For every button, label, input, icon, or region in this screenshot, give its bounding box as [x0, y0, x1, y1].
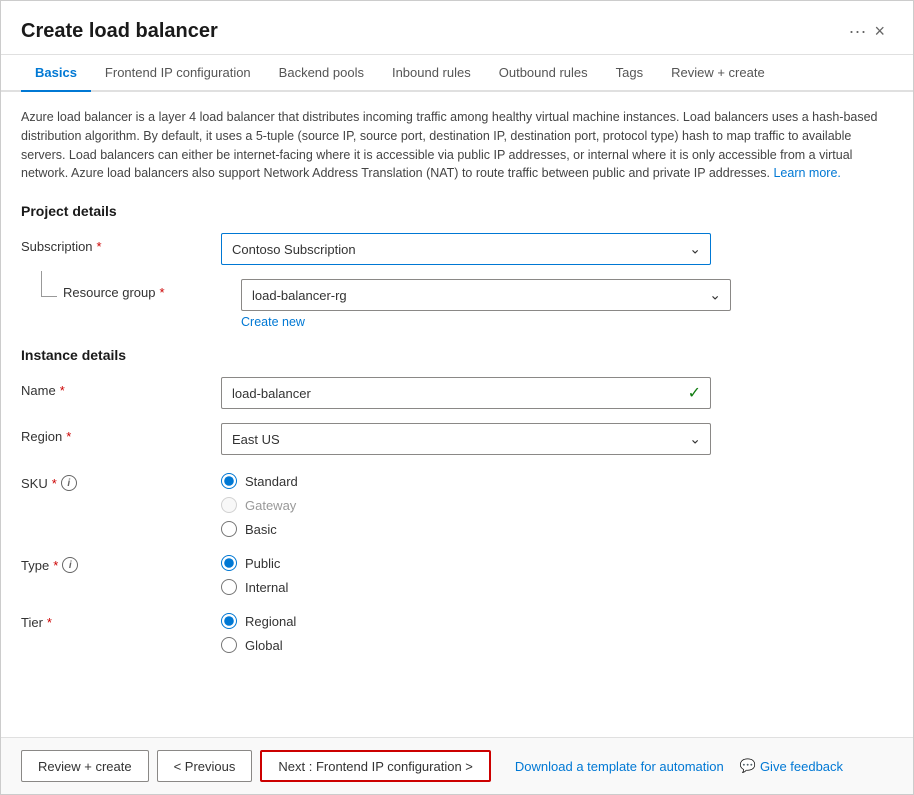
- name-input[interactable]: [221, 377, 711, 409]
- main-content: Azure load balancer is a layer 4 load ba…: [1, 92, 913, 737]
- subscription-row: Subscription * Contoso Subscription: [21, 233, 893, 265]
- sku-control: Standard Gateway Basic: [221, 469, 893, 537]
- sku-basic-option[interactable]: Basic: [221, 521, 893, 537]
- instance-details-title: Instance details: [21, 347, 893, 363]
- tab-tags[interactable]: Tags: [602, 55, 657, 92]
- region-required: *: [66, 429, 71, 444]
- region-select-wrapper: East US: [221, 423, 711, 455]
- sku-row: SKU * i Standard Gateway: [21, 469, 893, 537]
- tier-regional-option[interactable]: Regional: [221, 613, 893, 629]
- instance-details-section: Instance details Name * ✓ Region: [21, 347, 893, 653]
- sku-standard-radio[interactable]: [221, 473, 237, 489]
- tab-bar: Basics Frontend IP configuration Backend…: [1, 55, 913, 92]
- resource-group-required: *: [160, 285, 165, 300]
- previous-button[interactable]: < Previous: [157, 750, 253, 782]
- tab-outbound-rules[interactable]: Outbound rules: [485, 55, 602, 92]
- tab-backend-pools[interactable]: Backend pools: [265, 55, 378, 92]
- region-select[interactable]: East US: [221, 423, 711, 455]
- review-create-button[interactable]: Review + create: [21, 750, 149, 782]
- download-template-link[interactable]: Download a template for automation: [515, 759, 724, 774]
- name-label: Name *: [21, 377, 221, 398]
- subscription-control: Contoso Subscription: [221, 233, 893, 265]
- name-input-wrapper: ✓: [221, 377, 711, 409]
- resource-group-label: Resource group *: [63, 285, 165, 300]
- resource-group-select[interactable]: load-balancer-rg: [241, 279, 731, 311]
- dialog-footer: Review + create < Previous Next : Fronte…: [1, 737, 913, 794]
- sku-required: *: [52, 476, 57, 491]
- tier-global-option[interactable]: Global: [221, 637, 893, 653]
- create-load-balancer-dialog: Create load balancer ··· × Basics Fronte…: [0, 0, 914, 795]
- tier-regional-radio[interactable]: [221, 613, 237, 629]
- type-label: Type * i: [21, 551, 221, 573]
- sku-gateway-radio[interactable]: [221, 497, 237, 513]
- sku-gateway-option: Gateway: [221, 497, 893, 513]
- dialog-header: Create load balancer ··· ×: [1, 1, 913, 55]
- resource-group-select-wrapper: load-balancer-rg: [241, 279, 731, 311]
- subscription-select-wrapper: Contoso Subscription: [221, 233, 711, 265]
- info-description: Azure load balancer is a layer 4 load ba…: [21, 108, 893, 183]
- type-row: Type * i Public Internal: [21, 551, 893, 595]
- name-check-icon: ✓: [688, 383, 701, 403]
- type-internal-option[interactable]: Internal: [221, 579, 893, 595]
- give-feedback-link[interactable]: 💬 Give feedback: [740, 758, 843, 774]
- type-public-radio[interactable]: [221, 555, 237, 571]
- type-required: *: [53, 558, 58, 573]
- tab-basics[interactable]: Basics: [21, 55, 91, 92]
- create-new-link[interactable]: Create new: [241, 315, 305, 329]
- sku-info-icon[interactable]: i: [61, 475, 77, 491]
- project-details-title: Project details: [21, 203, 893, 219]
- type-internal-radio[interactable]: [221, 579, 237, 595]
- tab-frontend-ip[interactable]: Frontend IP configuration: [91, 55, 265, 92]
- resource-group-row: Resource group * load-balancer-rg Create…: [21, 279, 893, 329]
- subscription-select[interactable]: Contoso Subscription: [221, 233, 711, 265]
- sku-label: SKU * i: [21, 469, 221, 491]
- next-button[interactable]: Next : Frontend IP configuration >: [260, 750, 491, 782]
- sku-radio-group: Standard Gateway Basic: [221, 469, 893, 537]
- name-required: *: [60, 383, 65, 398]
- tier-row: Tier * Regional Global: [21, 609, 893, 653]
- tab-inbound-rules[interactable]: Inbound rules: [378, 55, 485, 92]
- sku-standard-option[interactable]: Standard: [221, 473, 893, 489]
- sku-basic-radio[interactable]: [221, 521, 237, 537]
- learn-more-link[interactable]: Learn more.: [773, 166, 840, 180]
- name-control: ✓: [221, 377, 893, 409]
- type-info-icon[interactable]: i: [62, 557, 78, 573]
- tab-review-create[interactable]: Review + create: [657, 55, 779, 92]
- tier-label: Tier *: [21, 609, 221, 630]
- close-button[interactable]: ×: [866, 17, 893, 46]
- tier-global-radio[interactable]: [221, 637, 237, 653]
- resource-group-control: load-balancer-rg Create new: [241, 279, 893, 329]
- tier-required: *: [47, 615, 52, 630]
- more-options-icon[interactable]: ···: [849, 21, 867, 42]
- subscription-required: *: [97, 239, 102, 254]
- type-radio-group: Public Internal: [221, 551, 893, 595]
- dialog-title: Create load balancer: [21, 20, 839, 43]
- tier-radio-group: Regional Global: [221, 609, 893, 653]
- feedback-icon: 💬: [740, 758, 756, 774]
- region-row: Region * East US: [21, 423, 893, 455]
- type-control: Public Internal: [221, 551, 893, 595]
- name-row: Name * ✓: [21, 377, 893, 409]
- region-label: Region *: [21, 423, 221, 444]
- region-control: East US: [221, 423, 893, 455]
- type-public-option[interactable]: Public: [221, 555, 893, 571]
- subscription-label: Subscription *: [21, 233, 221, 254]
- tier-control: Regional Global: [221, 609, 893, 653]
- project-details-section: Project details Subscription * Contoso S…: [21, 203, 893, 329]
